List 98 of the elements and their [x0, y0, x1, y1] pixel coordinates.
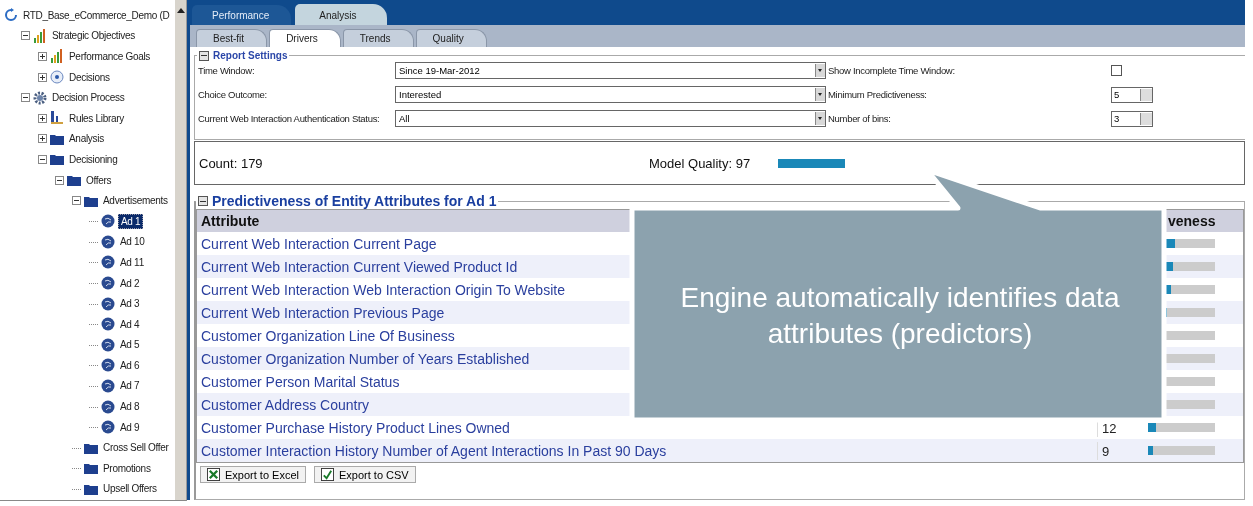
tree-item[interactable]: Ad 5 [118, 338, 142, 352]
attribute-link[interactable]: Customer Person Marital Status [201, 373, 400, 390]
dropdown[interactable]: Interested [395, 86, 826, 103]
folder-icon [84, 461, 98, 476]
excel-icon [207, 468, 220, 481]
refresh-icon [4, 8, 18, 23]
tree-item[interactable]: Ad 1 [118, 213, 144, 229]
globe-icon [101, 255, 115, 270]
predictiveness-bar [1148, 423, 1215, 432]
tab[interactable]: Analysis [295, 4, 387, 25]
tree-item[interactable]: Ad 3 [118, 297, 142, 311]
tab[interactable]: Performance [192, 5, 292, 25]
folder-icon [50, 152, 64, 167]
expander-icon[interactable] [21, 31, 30, 41]
globe-icon [101, 276, 115, 290]
expander-icon[interactable] [38, 72, 47, 82]
attribute-link[interactable]: Customer Interaction History Number of Agent Interactions In Past 90 Days [201, 442, 667, 459]
tree-item[interactable]: Rules Library [67, 111, 126, 125]
tab[interactable]: Drivers [269, 29, 341, 47]
attribute-link[interactable]: Customer Address Country [201, 396, 370, 413]
section-title: Report Settings [213, 50, 288, 61]
tree-item[interactable]: Cross Sell Offer [101, 441, 171, 455]
tree-item[interactable]: Upsell Offers [101, 482, 159, 496]
tab[interactable]: Trends [342, 29, 414, 47]
tree-item[interactable]: Ad 2 [118, 276, 142, 290]
tree-item[interactable]: RTD_Base_eCommerce_Demo (D [21, 8, 172, 22]
folder-icon [67, 173, 81, 188]
spinner-field[interactable]: 5 [1111, 86, 1153, 103]
table-cell: 9 [1102, 443, 1110, 459]
quality-text: Model Quality: 97 [649, 155, 751, 171]
checkmark-icon [321, 468, 334, 481]
tree-item[interactable]: Decision Process [50, 91, 127, 105]
globe-icon [101, 337, 115, 352]
dropdown[interactable]: Since 19-Mar-2012 [395, 62, 826, 79]
quality-bar [778, 158, 846, 168]
bar-chart-icon [50, 49, 64, 64]
tree-item[interactable]: Ad 4 [118, 317, 142, 331]
field-label: Time Window: [198, 65, 256, 76]
predictiveness-bar [1148, 446, 1215, 455]
gear-icon [33, 90, 47, 105]
tree-item[interactable]: Ad 10 [118, 235, 147, 249]
expander-icon[interactable] [72, 196, 81, 206]
tab[interactable]: Quality [415, 29, 487, 47]
bar-chart-icon [33, 28, 47, 43]
expander-icon[interactable] [21, 93, 30, 103]
tree-item[interactable]: Ad 9 [118, 420, 142, 434]
tree-item[interactable]: Promotions [101, 461, 153, 475]
attribute-link[interactable]: Current Web Interaction Previous Page [201, 304, 445, 321]
globe-icon [101, 379, 115, 393]
attribute-link[interactable]: Current Web Interaction Web Interaction Origin To Website [201, 281, 565, 298]
expander-icon[interactable] [38, 134, 47, 144]
tree-item[interactable]: Analysis [67, 132, 106, 146]
tree-item[interactable]: Offers [84, 173, 114, 187]
tab[interactable]: Best-fit [196, 29, 268, 47]
collapse-icon[interactable] [198, 196, 208, 206]
tree-item[interactable]: Decisioning [67, 152, 120, 166]
spinner-field[interactable]: 3 [1111, 110, 1153, 127]
collapse-icon[interactable] [199, 50, 209, 61]
attribute-link[interactable]: Customer Purchase History Product Lines Owned [201, 419, 510, 436]
tree-item[interactable]: Ad 11 [118, 255, 146, 269]
checkbox[interactable] [1111, 65, 1122, 76]
globe-icon [101, 420, 115, 435]
tree-item[interactable]: Ad 6 [118, 358, 142, 372]
section-title: Predictiveness of Entity Attributes for Ad 1 [212, 193, 497, 209]
globe-icon [101, 358, 115, 373]
tree-item[interactable]: Strategic Objectives [50, 29, 137, 43]
tree-item[interactable]: Ad 7 [118, 379, 142, 393]
tree-item[interactable]: Ad 8 [118, 400, 142, 414]
export-button[interactable]: Export to Excel [200, 466, 306, 483]
rules-library-icon [50, 111, 64, 126]
table-cell: 12 [1102, 420, 1117, 436]
attribute-link[interactable]: Customer Organization Line Of Business [201, 327, 455, 344]
expander-icon[interactable] [38, 154, 47, 164]
dropdown[interactable]: All [395, 110, 826, 127]
field-label: Show Incomplete Time Window: [828, 65, 956, 76]
scrollbar[interactable] [175, 0, 186, 500]
globe-icon [101, 234, 115, 249]
export-button[interactable]: Export to CSV [314, 466, 416, 483]
globe-icon [101, 296, 115, 311]
field-label: Current Web Interaction Authentication Status: [198, 113, 381, 124]
expander-icon[interactable] [55, 175, 64, 185]
expander-icon[interactable] [38, 52, 47, 61]
attribute-link[interactable]: Current Web Interaction Current Page [201, 235, 437, 252]
tree-item[interactable]: Performance Goals [67, 50, 153, 63]
field-label: Choice Outcome: [198, 89, 268, 100]
tree-item[interactable]: Decisions [67, 70, 112, 84]
target-icon [50, 70, 64, 85]
column-header[interactable]: Attribute [201, 213, 260, 229]
field-label: Number of bins: [828, 113, 892, 124]
field-label: Minimum Predictiveness: [828, 89, 928, 100]
globe-icon [101, 317, 115, 332]
expander-icon[interactable] [38, 113, 47, 123]
callout-text: Engine automatically identifies data attributes (predictors) [679, 281, 1121, 351]
count-text: Count: 179 [199, 155, 264, 171]
globe-icon [101, 399, 115, 414]
globe-icon [101, 214, 115, 229]
column-header[interactable]: veness [1168, 213, 1216, 229]
tree-item[interactable]: Advertisements [101, 194, 170, 208]
